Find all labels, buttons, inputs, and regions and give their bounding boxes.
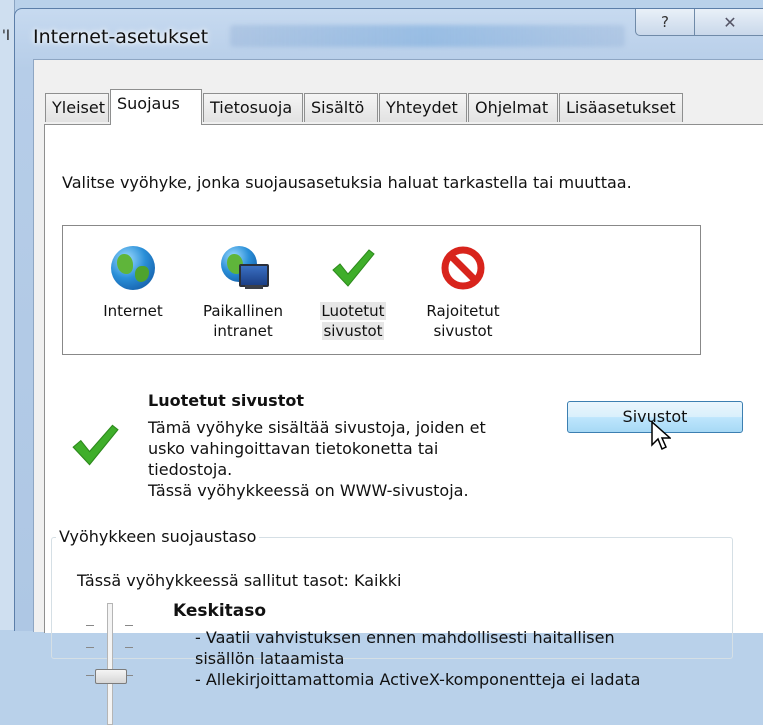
level-bullet: - Allekirjoittamattomia ActiveX-komponen…	[195, 670, 641, 689]
mouse-cursor-icon	[651, 420, 672, 455]
zone-trusted-label-line2: sivustot	[322, 322, 384, 340]
tab-sisalto[interactable]: Sisältö	[304, 93, 378, 122]
zone-instruction: Valitse vyöhyke, jonka suojausasetuksia …	[62, 173, 632, 192]
zone-trusted-sites[interactable]: Luotetut sivustot	[303, 226, 403, 352]
zone-intranet-label-line2: intranet	[213, 322, 273, 340]
zone-restricted-label-line2: sivustot	[433, 322, 493, 340]
security-level-description: - Vaatii vahvistuksen ennen mahdollisest…	[195, 627, 640, 690]
zone-intranet-label-line1: Paikallinen	[202, 302, 284, 320]
description-line: Tässä vyöhykkeessä on WWW-sivustoja.	[148, 481, 469, 500]
close-icon: ✕	[723, 12, 737, 32]
zone-local-intranet[interactable]: Paikallinen intranet	[193, 226, 293, 352]
level-bullet: sisällön lataamista	[195, 649, 345, 668]
description-line: tiedostoja.	[148, 460, 233, 479]
help-icon: ?	[661, 13, 669, 31]
zone-internet[interactable]: Internet	[83, 226, 183, 352]
selected-zone-description: Tämä vyöhyke sisältää sivustoja, joiden …	[148, 417, 486, 501]
tab-ohjelmat[interactable]: Ohjelmat	[468, 93, 558, 122]
tab-suojaus[interactable]: Suojaus	[110, 89, 202, 125]
tab-yleiset[interactable]: Yleiset	[45, 93, 109, 122]
security-level-slider-track[interactable]	[107, 603, 113, 725]
close-button[interactable]: ✕	[694, 9, 763, 36]
selected-zone-title: Luotetut sivustot	[148, 391, 304, 410]
allowed-levels-text: Tässä vyöhykkeessä sallitut tasot: Kaikk…	[77, 571, 402, 590]
zone-trusted-label-line1: Luotetut	[320, 302, 386, 320]
description-line: usko vahingoittavan tietokonetta tai	[148, 439, 439, 458]
background-window-title-fragment: 'I	[2, 28, 10, 44]
zone-restricted-label-line1: Rajoitetut	[426, 302, 500, 320]
zone-list: Internet Paikallinen intranet Luotetut s…	[62, 225, 701, 355]
level-bullet: - Vaatii vahvistuksen ennen mahdollisest…	[195, 628, 615, 647]
internet-options-dialog: Internet-asetukset ? ✕ Yleiset Suojaus T…	[14, 8, 763, 725]
tab-lisaasetukset[interactable]: Lisäasetukset	[559, 93, 683, 122]
description-line: Tämä vyöhyke sisältää sivustoja, joiden …	[148, 418, 486, 437]
intranet-icon	[221, 246, 269, 290]
zone-restricted-sites[interactable]: Rajoitetut sivustot	[413, 226, 513, 352]
security-level-group-label: Vyöhykkeen suojaustaso	[56, 527, 260, 546]
blurred-background-toolbar	[230, 25, 625, 47]
window-title: Internet-asetukset	[33, 26, 209, 48]
security-level-name: Keskitaso	[173, 601, 267, 621]
tab-tietosuoja[interactable]: Tietosuoja	[203, 93, 303, 122]
dialog-client-area: Yleiset Suojaus Tietosuoja Sisältö Yhtey…	[33, 59, 763, 725]
security-tab-panel: Valitse vyöhyke, jonka suojausasetuksia …	[44, 124, 763, 725]
selected-zone-checkmark-icon	[71, 421, 119, 473]
security-level-slider-thumb[interactable]	[95, 669, 127, 684]
globe-icon	[111, 246, 155, 290]
background-window-edge: 'I	[0, 0, 15, 630]
checkmark-icon	[331, 246, 375, 290]
zone-internet-label: Internet	[103, 302, 163, 320]
tab-yhteydet[interactable]: Yhteydet	[379, 93, 467, 122]
restricted-icon	[441, 246, 485, 290]
help-button[interactable]: ?	[635, 9, 695, 36]
